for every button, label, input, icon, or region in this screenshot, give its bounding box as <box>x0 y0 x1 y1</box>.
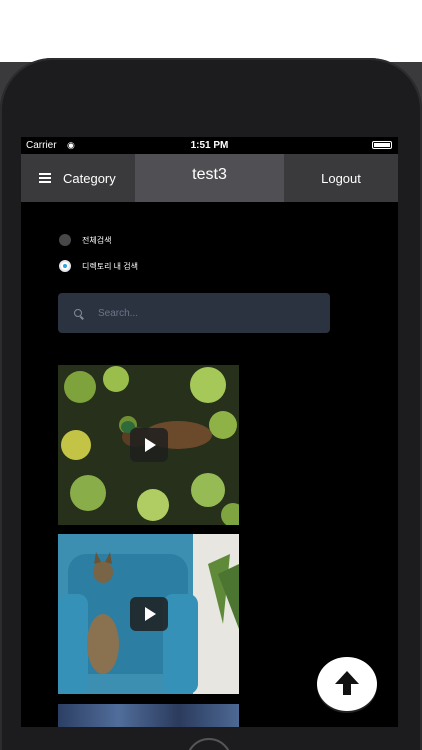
status-bar: Carrier ◉ 1:51 PM <box>21 137 398 154</box>
scroll-to-top-button[interactable] <box>317 657 377 711</box>
video-thumbnail-cat[interactable] <box>58 534 239 694</box>
arrow-up-icon <box>335 671 359 695</box>
page-title: test3 <box>135 154 284 202</box>
radio-label: 전체검색 <box>82 235 112 245</box>
radio-selected-icon <box>59 260 71 272</box>
search-icon <box>74 309 82 317</box>
video-thumbnail-duck[interactable] <box>58 365 239 525</box>
menu-icon <box>39 173 51 183</box>
clock: 1:51 PM <box>190 140 229 151</box>
radio-label: 디렉토리 내 검색 <box>82 261 138 271</box>
app-screen: Carrier ◉ 1:51 PM Category test3 Logout … <box>21 137 398 727</box>
battery-icon <box>372 141 392 149</box>
play-icon <box>129 428 168 462</box>
play-icon <box>129 597 168 631</box>
radio-unselected-icon <box>59 234 71 246</box>
search-bar <box>58 293 330 333</box>
category-label: Category <box>63 170 116 186</box>
search-input[interactable] <box>98 307 318 319</box>
logout-button[interactable]: Logout <box>284 154 398 202</box>
radio-search-directory[interactable]: 디렉토리 내 검색 <box>59 260 138 272</box>
media-thumbnail-partial[interactable] <box>58 704 239 727</box>
navigation-bar: Category test3 Logout <box>21 154 398 202</box>
radio-search-all[interactable]: 전체검색 <box>59 234 111 246</box>
category-button[interactable]: Category <box>21 154 135 202</box>
